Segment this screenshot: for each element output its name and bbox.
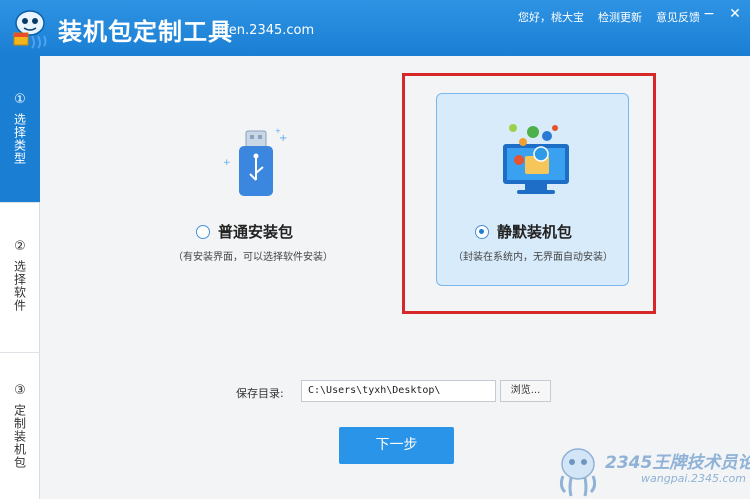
step-label: 定制装机包 <box>12 404 27 469</box>
silent-package-desc: （封装在系统内，无界面自动安装） <box>453 252 613 263</box>
forum-watermark: 2345王牌技术员论坛 wangpai.2345.com <box>553 444 750 499</box>
octopus-mascot-icon <box>559 448 597 497</box>
step-label: 选择软件 <box>12 260 27 312</box>
normal-package-label: 普通安装包 <box>218 223 294 241</box>
step-select-type[interactable]: ① 选择类型 <box>0 56 40 202</box>
step-number: ③ <box>14 383 26 398</box>
save-dir-input[interactable]: C:\Users\tyxh\Desktop\ <box>301 380 496 402</box>
usb-drive-icon: + + + <box>223 127 287 196</box>
silent-package-option[interactable]: 静默装机包 （封装在系统内，无界面自动安装） <box>436 93 629 286</box>
watermark-title: 2345王牌技术员论坛 <box>605 453 750 473</box>
next-step-button[interactable]: 下一步 <box>339 427 454 464</box>
user-greeting[interactable]: 您好，桃大宝 <box>518 9 584 25</box>
computer-apps-icon <box>503 124 569 194</box>
app-domain: jifen.2345.com <box>217 23 315 38</box>
step-select-software[interactable]: ② 选择软件 <box>0 203 40 352</box>
feedback-link[interactable]: 意见反馈 <box>656 9 700 25</box>
step-sidebar: ① 选择类型 ② 选择软件 ③ 定制装机包 <box>0 56 40 499</box>
step-number: ① <box>14 92 26 107</box>
title-bar: 装机包定制工具 jifen.2345.com 您好，桃大宝 检测更新 意见反馈 … <box>0 0 750 56</box>
svg-text:+: + <box>275 127 281 135</box>
save-dir-label: 保存目录: <box>236 387 284 400</box>
app-title: 装机包定制工具 <box>58 18 233 46</box>
watermark-url: wangpai.2345.com <box>641 472 746 485</box>
browse-button[interactable]: 浏览... <box>500 380 551 402</box>
normal-package-desc: （有安装界面，可以选择软件安装） <box>173 252 333 263</box>
svg-text:+: + <box>223 158 231 168</box>
check-update-link[interactable]: 检测更新 <box>598 9 642 25</box>
normal-package-option[interactable]: + + + 普通安装包 （有安装界面，可以选择软件安装） <box>161 118 361 298</box>
minimize-button[interactable]: − <box>700 5 718 23</box>
silent-package-radio[interactable] <box>475 224 489 239</box>
silent-package-label-row[interactable]: 静默装机包 <box>475 221 572 242</box>
top-links: 您好，桃大宝 检测更新 意见反馈 <box>518 9 700 25</box>
silent-package-label: 静默装机包 <box>497 223 573 241</box>
normal-package-label-row[interactable]: 普通安装包 <box>196 221 293 242</box>
step-label: 选择类型 <box>12 113 27 165</box>
app-logo-icon <box>13 10 47 49</box>
main-panel: + + + 普通安装包 （有安装界面，可以选择软件安装） 静默装机包 （封装在系… <box>41 56 750 499</box>
step-number: ② <box>14 239 26 254</box>
step-customize-package[interactable]: ③ 定制装机包 <box>0 353 40 499</box>
normal-package-radio[interactable] <box>196 224 210 239</box>
close-button[interactable]: ✕ <box>726 5 744 23</box>
